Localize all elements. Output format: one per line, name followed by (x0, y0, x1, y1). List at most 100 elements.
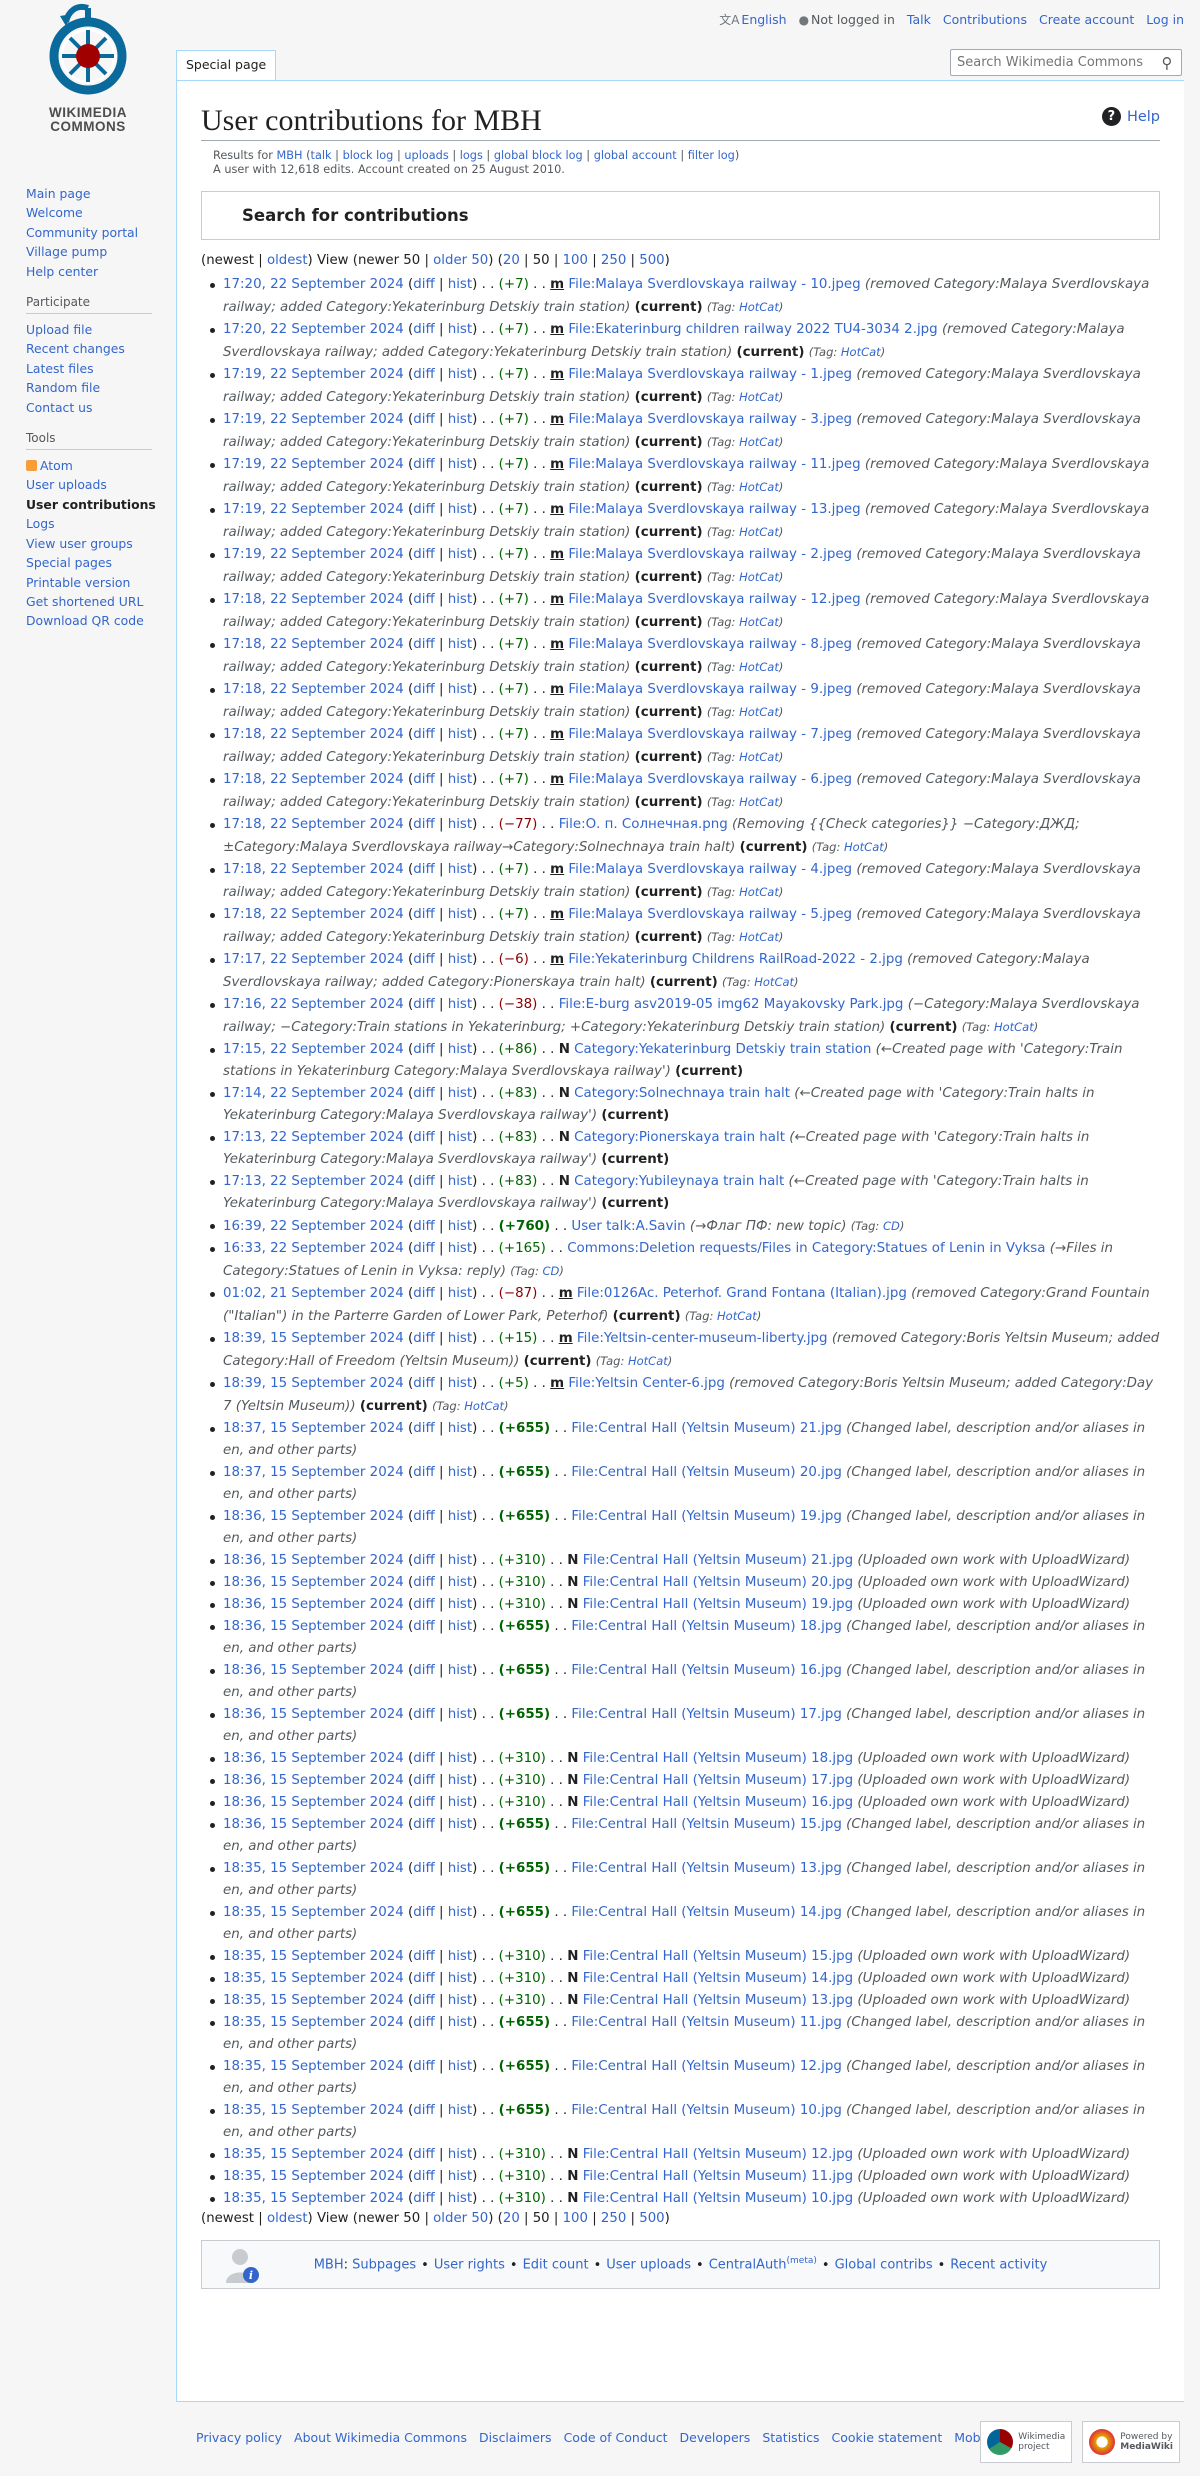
hist-link[interactable]: hist (448, 412, 472, 427)
hist-link[interactable]: hist (448, 1331, 472, 1346)
hist-link[interactable]: hist (448, 1575, 472, 1590)
page-link[interactable]: File:Malaya Sverdlovskaya railway - 7.jp… (568, 727, 852, 742)
subtitle-link-filter-log[interactable]: filter log (688, 149, 735, 162)
page-link[interactable]: File:Central Hall (Yeltsin Museum) 17.jp… (571, 1707, 841, 1722)
page-link[interactable]: File:Yekaterinburg Childrens RailRoad-20… (568, 952, 902, 967)
diff-link[interactable]: diff (413, 1174, 434, 1189)
hist-link[interactable]: hist (448, 1130, 472, 1145)
pager-bottom-limit-250[interactable]: 250 (601, 2211, 626, 2226)
subtitle-link-uploads[interactable]: uploads (404, 149, 448, 162)
hist-link[interactable]: hist (448, 1219, 472, 1234)
contribution-timestamp[interactable]: 18:37, 15 September 2024 (223, 1421, 404, 1436)
diff-link[interactable]: diff (413, 367, 434, 382)
tag-link[interactable]: HotCat (739, 930, 779, 944)
page-link[interactable]: Category:Pionerskaya train halt (574, 1130, 785, 1145)
tag-link[interactable]: HotCat (994, 1020, 1034, 1034)
tag-link[interactable]: HotCat (739, 480, 779, 494)
diff-link[interactable]: diff (413, 862, 434, 877)
tag-link[interactable]: HotCat (739, 660, 779, 674)
sidebar-item-latest-files[interactable]: Latest files (26, 359, 176, 378)
contribution-timestamp[interactable]: 17:19, 22 September 2024 (223, 502, 404, 517)
sidebar-item-main-page[interactable]: Main page (26, 184, 176, 203)
page-link[interactable]: File:Malaya Sverdlovskaya railway - 4.jp… (568, 862, 852, 877)
page-link[interactable]: File:Ekaterinburg children railway 2022 … (568, 322, 937, 337)
diff-link[interactable]: diff (413, 2015, 434, 2030)
diff-link[interactable]: diff (413, 1421, 434, 1436)
page-link[interactable]: File:Central Hall (Yeltsin Museum) 14.jp… (571, 1905, 841, 1920)
page-link[interactable]: File:Central Hall (Yeltsin Museum) 16.jp… (583, 1795, 853, 1810)
hist-link[interactable]: hist (448, 682, 472, 697)
diff-link[interactable]: diff (413, 1553, 434, 1568)
page-link[interactable]: File:Central Hall (Yeltsin Museum) 18.jp… (571, 1619, 841, 1634)
page-link[interactable]: File:Malaya Sverdlovskaya railway - 11.j… (568, 457, 860, 472)
page-link[interactable]: File:Central Hall (Yeltsin Museum) 19.jp… (571, 1509, 841, 1524)
diff-link[interactable]: diff (413, 1707, 434, 1722)
contribution-timestamp[interactable]: 17:18, 22 September 2024 (223, 592, 404, 607)
hist-link[interactable]: hist (448, 1795, 472, 1810)
tag-link[interactable]: HotCat (717, 1309, 757, 1323)
page-link[interactable]: File:Yeltsin Center-6.jpg (568, 1376, 725, 1391)
diff-link[interactable]: diff (413, 1286, 434, 1301)
hist-link[interactable]: hist (448, 1993, 472, 2008)
hist-link[interactable]: hist (448, 1174, 472, 1189)
contribution-timestamp[interactable]: 18:36, 15 September 2024 (223, 1707, 404, 1722)
user-tool-global-contribs[interactable]: Global contribs (835, 2258, 933, 2273)
diff-link[interactable]: diff (413, 1086, 434, 1101)
page-link[interactable]: File:Central Hall (Yeltsin Museum) 13.jp… (571, 1861, 841, 1876)
page-link[interactable]: File:Central Hall (Yeltsin Museum) 20.jp… (583, 1575, 853, 1590)
diff-link[interactable]: diff (413, 2191, 434, 2206)
user-tool-centralauth[interactable]: CentralAuth (709, 2258, 787, 2273)
language-selector[interactable]: 文A English (719, 11, 786, 28)
contribution-timestamp[interactable]: 17:13, 22 September 2024 (223, 1174, 404, 1189)
diff-link[interactable]: diff (413, 2103, 434, 2118)
contribution-timestamp[interactable]: 18:35, 15 September 2024 (223, 2191, 404, 2206)
contribution-timestamp[interactable]: 17:18, 22 September 2024 (223, 682, 404, 697)
hist-link[interactable]: hist (448, 2191, 472, 2206)
diff-link[interactable]: diff (413, 1861, 434, 1876)
diff-link[interactable]: diff (413, 727, 434, 742)
sidebar-item-user-contributions[interactable]: User contributions (26, 495, 176, 514)
talk-link[interactable]: Talk (907, 12, 931, 27)
page-link[interactable]: File:Malaya Sverdlovskaya railway - 12.j… (568, 592, 860, 607)
tag-link[interactable]: HotCat (739, 615, 779, 629)
footer-link-about-wikimedia-commons[interactable]: About Wikimedia Commons (294, 2430, 467, 2445)
powered-by-mediawiki-badge[interactable]: Powered by MediaWiki (1082, 2421, 1180, 2463)
contribution-timestamp[interactable]: 17:20, 22 September 2024 (223, 277, 404, 292)
hist-link[interactable]: hist (448, 637, 472, 652)
page-link[interactable]: File:Central Hall (Yeltsin Museum) 10.jp… (571, 2103, 841, 2118)
contribution-timestamp[interactable]: 18:37, 15 September 2024 (223, 1465, 404, 1480)
page-link[interactable]: File:Central Hall (Yeltsin Museum) 21.jp… (571, 1421, 841, 1436)
page-link[interactable]: File:Yeltsin-center-museum-liberty.jpg (577, 1331, 828, 1346)
page-link[interactable]: File:Malaya Sverdlovskaya railway - 8.jp… (568, 637, 852, 652)
hist-link[interactable]: hist (448, 1509, 472, 1524)
tag-link[interactable]: HotCat (464, 1399, 504, 1413)
user-name-link[interactable]: MBH (314, 2258, 344, 2273)
hist-link[interactable]: hist (448, 1905, 472, 1920)
contribution-timestamp[interactable]: 18:36, 15 September 2024 (223, 1509, 404, 1524)
search-icon[interactable]: ⚲ (1153, 54, 1181, 72)
diff-link[interactable]: diff (413, 1773, 434, 1788)
user-tool-edit-count[interactable]: Edit count (523, 2258, 589, 2273)
diff-link[interactable]: diff (413, 2147, 434, 2162)
contribution-timestamp[interactable]: 17:19, 22 September 2024 (223, 412, 404, 427)
contribution-timestamp[interactable]: 17:18, 22 September 2024 (223, 772, 404, 787)
contribution-timestamp[interactable]: 18:36, 15 September 2024 (223, 1619, 404, 1634)
contribution-timestamp[interactable]: 18:39, 15 September 2024 (223, 1376, 404, 1391)
hist-link[interactable]: hist (448, 2169, 472, 2184)
contribution-timestamp[interactable]: 18:35, 15 September 2024 (223, 2169, 404, 2184)
page-link[interactable]: File:Central Hall (Yeltsin Museum) 16.jp… (571, 1663, 841, 1678)
centralauth-meta-link[interactable]: (meta) (787, 2256, 817, 2266)
contribution-timestamp[interactable]: 18:35, 15 September 2024 (223, 1993, 404, 2008)
contribution-timestamp[interactable]: 01:02, 21 September 2024 (223, 1286, 404, 1301)
diff-link[interactable]: diff (413, 2169, 434, 2184)
tag-link[interactable]: HotCat (628, 1354, 668, 1368)
hist-link[interactable]: hist (448, 1086, 472, 1101)
language-link[interactable]: English (741, 12, 786, 27)
diff-link[interactable]: diff (413, 1619, 434, 1634)
hist-link[interactable]: hist (448, 1663, 472, 1678)
diff-link[interactable]: diff (413, 997, 434, 1012)
pager-bottom-limit-500[interactable]: 500 (639, 2211, 664, 2226)
page-link[interactable]: File:Central Hall (Yeltsin Museum) 20.jp… (571, 1465, 841, 1480)
hist-link[interactable]: hist (448, 997, 472, 1012)
pager-bottom-limit-20[interactable]: 20 (503, 2211, 520, 2226)
